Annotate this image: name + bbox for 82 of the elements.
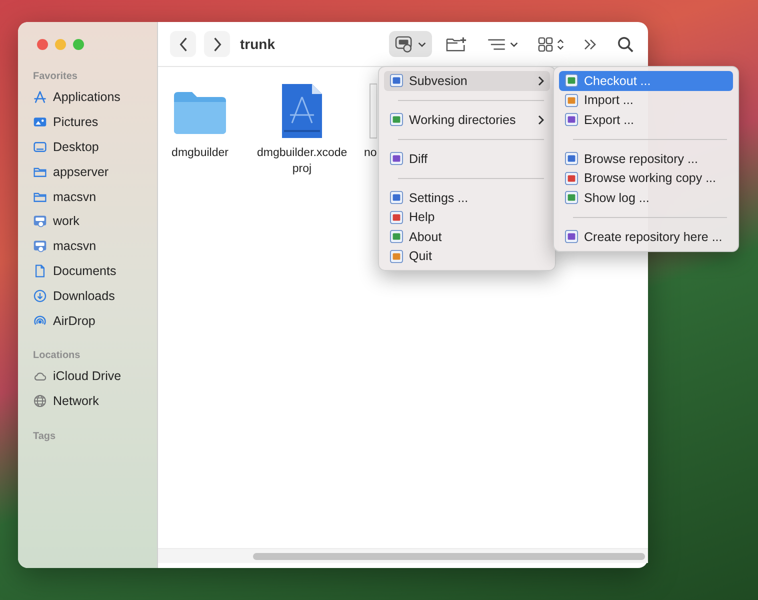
network-icon bbox=[33, 394, 47, 408]
scrollbar-thumb[interactable] bbox=[253, 552, 645, 560]
menu-item[interactable]: Browse working copy ... bbox=[559, 168, 733, 188]
sidebar-item-label: Network bbox=[53, 394, 99, 408]
tile-icon bbox=[390, 152, 403, 166]
sidebar-item[interactable]: macsvn bbox=[26, 184, 149, 209]
sidebar-item-label: iCloud Drive bbox=[53, 369, 122, 384]
menu-item[interactable]: Show log ... bbox=[559, 188, 733, 208]
menu-item[interactable]: Browse repository ... bbox=[559, 149, 733, 168]
sidebar-item[interactable]: AirDrop bbox=[26, 308, 149, 333]
menu-item[interactable]: Help bbox=[384, 208, 550, 227]
sidebar-item[interactable]: Network bbox=[26, 388, 149, 414]
svn-menu-button[interactable] bbox=[389, 31, 432, 57]
sidebar-section-title: Locations bbox=[32, 348, 82, 363]
forward-button[interactable] bbox=[204, 31, 230, 57]
sidebar-item[interactable]: Documents bbox=[26, 258, 149, 284]
chevron-icon bbox=[418, 42, 426, 46]
tile-icon bbox=[565, 152, 578, 166]
tile-icon bbox=[565, 230, 578, 244]
sidebar-item-label: Applications bbox=[53, 90, 120, 104]
sidebar-item[interactable]: Pictures bbox=[26, 110, 149, 135]
forward-icon bbox=[212, 36, 222, 52]
double-chevron-icon bbox=[584, 38, 597, 50]
chevron-icon bbox=[538, 114, 544, 125]
file-name: no bbox=[364, 146, 377, 161]
menu-item[interactable]: About bbox=[384, 227, 550, 246]
scrollbar[interactable] bbox=[158, 548, 648, 563]
sidebar-item-label: work bbox=[53, 214, 80, 228]
back-icon bbox=[178, 36, 188, 52]
tile-icon bbox=[390, 210, 403, 224]
sidebar-item-label: Pictures bbox=[53, 115, 98, 130]
grid-icon bbox=[538, 36, 553, 52]
sidebar-item-label: macsvn bbox=[53, 190, 96, 204]
tile-icon bbox=[390, 191, 403, 204]
menu-item[interactable]: Import ... bbox=[559, 90, 733, 110]
tile-icon bbox=[565, 191, 578, 204]
tile-icon bbox=[565, 172, 578, 185]
apps-icon bbox=[33, 90, 47, 104]
sidebar-item-label: Documents bbox=[53, 264, 116, 278]
menu-item[interactable]: Diff bbox=[384, 149, 550, 168]
tile-icon bbox=[390, 113, 403, 126]
menu-item[interactable]: Export ... bbox=[559, 110, 733, 130]
sidebar-item-label: appserver bbox=[53, 164, 109, 179]
sidebar-section-title: Favorites bbox=[32, 70, 78, 84]
sidebar-item[interactable]: macsvn bbox=[26, 234, 149, 259]
sidebar-item[interactable]: Desktop bbox=[26, 134, 149, 160]
menu-item[interactable]: Settings ... bbox=[384, 188, 550, 208]
menu-item[interactable]: Subvesion bbox=[384, 71, 550, 90]
tile-icon bbox=[390, 230, 403, 244]
search-icon bbox=[617, 36, 634, 52]
menu-item[interactable]: Working directories bbox=[384, 110, 550, 130]
list-icon bbox=[487, 38, 506, 50]
sidebar-item-label: macsvn bbox=[53, 239, 96, 254]
sidebar-item[interactable]: iCloud Drive bbox=[26, 364, 149, 389]
tile-icon bbox=[565, 74, 578, 88]
up-down-chevron-icon bbox=[557, 38, 564, 50]
sidebar-section-title: Tags bbox=[32, 430, 57, 444]
chevron-icon bbox=[510, 42, 518, 46]
desktop-icon bbox=[33, 140, 47, 154]
tile-icon bbox=[565, 94, 578, 107]
sidebar-item[interactable]: appserver bbox=[26, 159, 149, 184]
sidebar-item-label: Downloads bbox=[53, 288, 115, 303]
download-icon bbox=[33, 288, 47, 303]
menu-item[interactable]: Create repository here ... bbox=[559, 227, 733, 246]
back-button[interactable] bbox=[170, 31, 196, 57]
menu-item[interactable]: Checkout ... bbox=[559, 71, 733, 90]
window-title: trunk bbox=[240, 36, 275, 52]
sidebar-item[interactable]: Applications bbox=[26, 85, 149, 110]
close-button[interactable] bbox=[37, 39, 48, 50]
chevron-icon bbox=[538, 76, 544, 86]
tile-icon bbox=[390, 250, 403, 263]
pictures-icon bbox=[33, 115, 47, 130]
sidebar-item-label: Desktop bbox=[53, 140, 99, 154]
menu-item[interactable]: Quit bbox=[384, 246, 550, 266]
file-name: dmgbuilder bbox=[170, 146, 230, 161]
sidebar-item-label: AirDrop bbox=[53, 314, 96, 328]
sidebar-item[interactable]: work bbox=[26, 208, 149, 234]
tile-icon bbox=[565, 113, 578, 126]
file-name: dmgbuilder.xcode proj bbox=[257, 146, 347, 178]
sidebar-item[interactable]: Downloads bbox=[26, 283, 149, 308]
tile-icon bbox=[390, 74, 403, 88]
new-folder-icon bbox=[446, 36, 467, 52]
